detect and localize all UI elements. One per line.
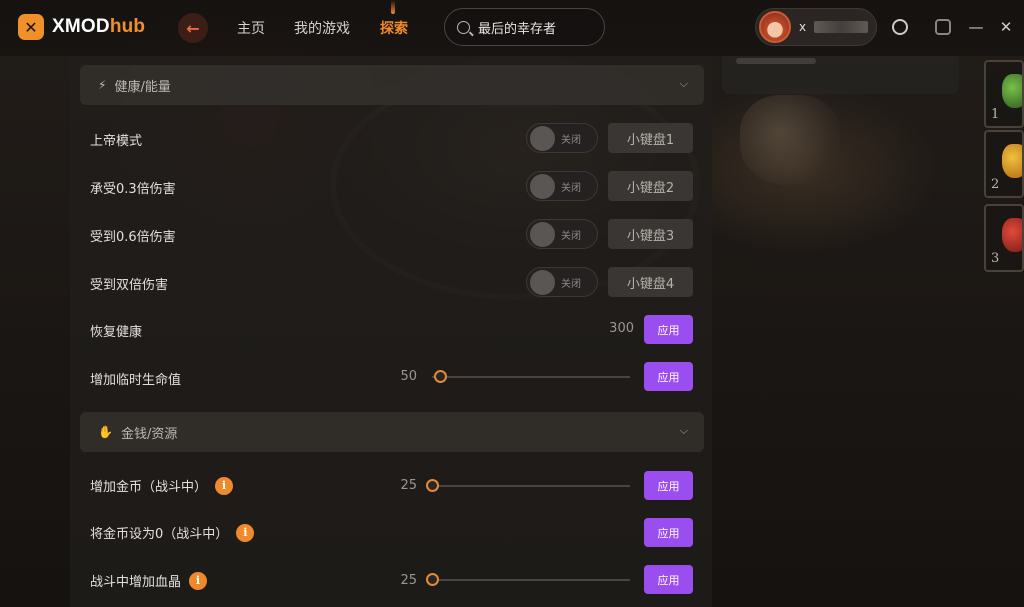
option-label: 承受0.3倍伤害 [90,182,176,197]
apply-button[interactable]: 应用 [644,518,693,547]
slider-handle[interactable] [426,573,439,586]
option-label: 战斗中增加血晶 i [90,571,208,590]
toggle-damage-0-3[interactable]: 关闭 [526,171,598,201]
toggle-god-mode[interactable]: 关闭 [526,123,598,153]
option-label: 恢复健康 [90,325,143,340]
slider-handle[interactable] [426,479,439,492]
apply-button[interactable]: 应用 [644,315,693,344]
user-name: x [799,20,807,34]
avatar[interactable] [759,11,791,43]
slider-value: 25 [400,478,417,493]
background-skull [740,95,840,185]
nav-my-games[interactable]: 我的游戏 [294,18,350,38]
option-label: 增加金币（战斗中） i [90,476,234,495]
toggle-knob [530,221,555,247]
user-account[interactable]: x [755,8,877,46]
toggle-knob [530,269,555,295]
user-name-redacted [814,21,869,33]
toggle-state: 关闭 [561,278,581,290]
back-button[interactable]: ← [178,13,208,43]
search-input[interactable]: 最后的幸存者 [478,18,556,37]
chevron-down-icon[interactable]: ⌵ [680,424,688,438]
section-title: 金钱/资源 [120,426,178,442]
toggle-state: 关闭 [561,182,581,194]
slider-track[interactable] [432,485,630,487]
minimize-icon[interactable]: — [966,17,986,37]
apply-button[interactable]: 应用 [644,565,693,594]
section-health[interactable]: ⚡ 健康/能量 ⌵ [80,65,704,105]
logo-text: XMODhub [52,16,146,37]
hotkey-button[interactable]: 小键盘1 [608,123,693,153]
cheats-panel: ⚡ 健康/能量 ⌵ 上帝模式 关闭 小键盘1 承受0.3倍伤害 关闭 小键盘2 … [70,56,712,607]
hotkey-button[interactable]: 小键盘2 [608,171,693,201]
value-display: 300 [609,321,634,336]
hotkey-button[interactable]: 小键盘3 [608,219,693,249]
info-card [722,56,959,94]
nav-home[interactable]: 主页 [237,18,265,38]
nav-explore[interactable]: 探索 [380,18,408,38]
option-label: 受到0.6倍伤害 [90,230,176,245]
search-box[interactable]: 最后的幸存者 [444,8,605,46]
notification-icon[interactable] [892,19,908,35]
inventory-slot-2: 2 [984,130,1024,198]
slider-track[interactable] [432,376,630,378]
info-icon[interactable]: i [215,476,234,495]
toggle-knob [530,173,555,199]
hand-icon: ✋ [98,425,113,439]
toggle-double-damage[interactable]: 关闭 [526,267,598,297]
inventory-slot-3: 3 [984,204,1024,272]
option-label: 增加临时生命值 [90,373,182,388]
toggle-state: 关闭 [561,134,581,146]
apply-button[interactable]: 应用 [644,362,693,391]
info-icon[interactable]: i [189,571,208,590]
close-icon[interactable]: ✕ [996,17,1016,37]
app-logo[interactable]: ✕ XMODhub [18,14,145,40]
option-label: 将金币设为0（战斗中） i [90,523,255,542]
top-bar: ✕ XMODhub ← 主页 我的游戏 探索 最后的幸存者 x — ✕ [0,0,1024,56]
option-label: 受到双倍伤害 [90,278,169,293]
search-icon [457,20,470,34]
info-icon[interactable]: i [236,523,255,542]
slider-handle[interactable] [434,370,447,383]
section-title: 健康/能量 [114,79,171,95]
section-money[interactable]: ✋ 金钱/资源 ⌵ [80,412,704,452]
slider-value: 50 [400,369,417,384]
inventory-slot-1: 1 [984,60,1024,128]
active-indicator [391,0,395,14]
logo-icon: ✕ [18,14,44,40]
toggle-state: 关闭 [561,230,581,242]
hotkey-button[interactable]: 小键盘4 [608,267,693,297]
slider-value: 25 [400,573,417,588]
settings-icon[interactable] [935,19,951,35]
slider-track[interactable] [432,579,630,581]
toggle-knob [530,125,555,151]
toggle-damage-0-6[interactable]: 关闭 [526,219,598,249]
apply-button[interactable]: 应用 [644,471,693,500]
option-label: 上帝模式 [90,134,143,149]
lightning-icon: ⚡ [98,78,107,92]
arrow-left-icon: ← [186,18,200,38]
chevron-down-icon[interactable]: ⌵ [680,77,688,91]
